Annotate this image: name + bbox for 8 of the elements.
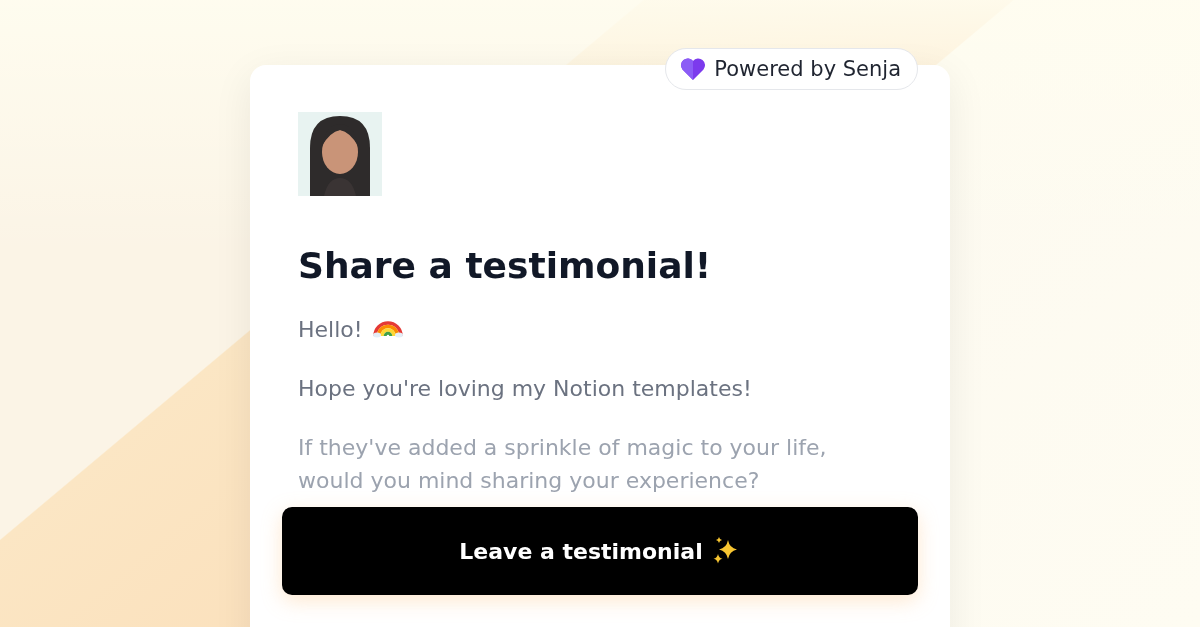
- powered-by-badge[interactable]: Powered by Senja: [665, 48, 918, 90]
- paragraph: Hope you're loving my Notion templates!: [298, 375, 752, 404]
- leave-testimonial-button[interactable]: Leave a testimonial: [282, 507, 918, 595]
- paragraph: Hello!: [298, 316, 363, 345]
- paragraph: If they've added a sprinkle of magic to your life, would you mind sharing your experience?: [298, 434, 828, 496]
- card-title: Share a testimonial!: [298, 244, 713, 288]
- rainbow-icon: [372, 321, 403, 339]
- heart-icon: [680, 57, 707, 81]
